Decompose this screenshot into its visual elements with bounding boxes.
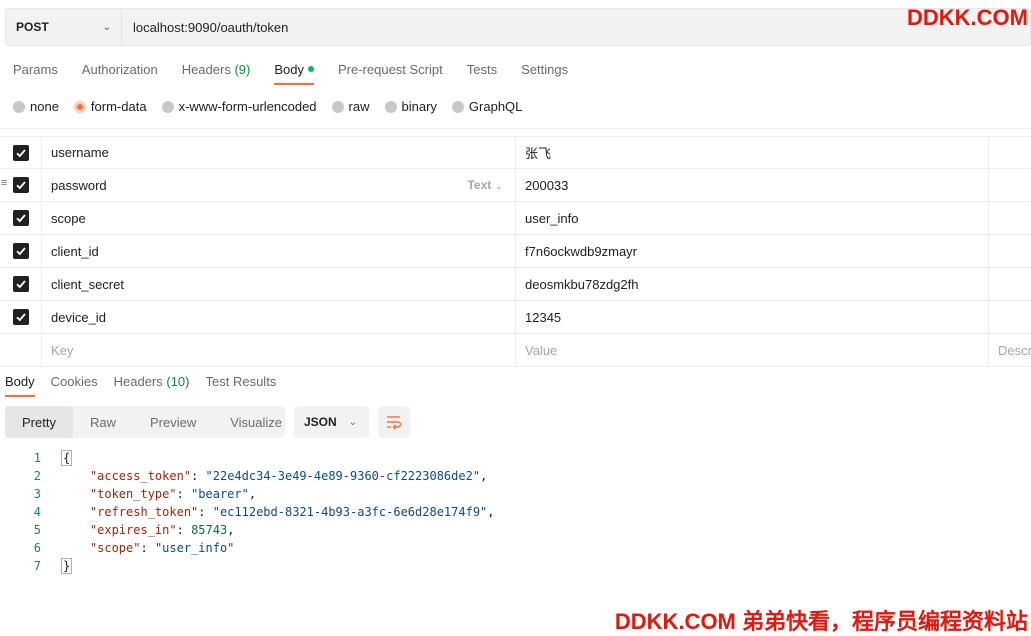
form-data-table: username 张飞 ≡ password Text ⌄ 200033 scop…: [0, 128, 1031, 367]
wrap-lines-icon: [387, 416, 402, 430]
radio-graphql[interactable]: GraphQL: [451, 99, 522, 114]
value-cell[interactable]: 张飞: [516, 137, 989, 168]
tab-authorization[interactable]: Authorization: [82, 62, 158, 85]
tab-pre-request-script[interactable]: Pre-request Script: [338, 62, 443, 85]
row-checkbox[interactable]: [12, 210, 29, 226]
table-row: ≡ password Text ⌄ 200033: [0, 169, 1031, 202]
description-cell[interactable]: [989, 268, 1031, 300]
key-cell[interactable]: username: [42, 137, 516, 168]
description-cell[interactable]: [989, 137, 1031, 168]
tab-response-body[interactable]: Body: [5, 374, 35, 397]
view-mode-segment: Pretty Raw Preview Visualize: [5, 406, 285, 438]
description-cell[interactable]: [989, 301, 1031, 333]
new-value-input[interactable]: Value: [516, 334, 989, 366]
radio-form-data[interactable]: form-data: [73, 99, 147, 114]
tab-response-cookies[interactable]: Cookies: [51, 374, 98, 397]
code-line: 1{: [33, 450, 73, 466]
view-visualize-button[interactable]: Visualize: [213, 406, 299, 438]
format-select[interactable]: JSON ⌄: [294, 406, 369, 438]
value-cell[interactable]: user_info: [516, 202, 989, 234]
tab-settings[interactable]: Settings: [521, 62, 568, 85]
description-cell[interactable]: [989, 169, 1031, 201]
value-cell[interactable]: 200033: [516, 169, 989, 201]
new-description-input[interactable]: Description: [989, 334, 1031, 366]
table-row: device_id 12345: [0, 301, 1031, 334]
format-label: JSON: [304, 415, 337, 429]
request-url-bar: POST ⌄ localhost:9090/oauth/token: [5, 8, 1031, 46]
row-checkbox[interactable]: [12, 177, 29, 193]
key-cell[interactable]: password Text ⌄: [42, 169, 516, 201]
view-preview-button[interactable]: Preview: [133, 406, 213, 438]
row-checkbox[interactable]: [12, 309, 29, 325]
radio-binary[interactable]: binary: [384, 99, 437, 114]
value-cell[interactable]: f7n6ockwdb9zmayr: [516, 235, 989, 267]
method-label: POST: [16, 20, 49, 34]
radio-none[interactable]: none: [13, 99, 59, 114]
drag-handle-icon[interactable]: ≡: [1, 178, 7, 189]
code-line: 2 "access_token": "22e4dc34-3e49-4e89-93…: [33, 469, 488, 483]
request-tabs: Params Authorization Headers (9) Body Pr…: [13, 62, 592, 85]
code-line: 7}: [33, 558, 73, 574]
value-cell[interactable]: 12345: [516, 301, 989, 333]
code-line: 5 "expires_in": 85743,: [33, 523, 235, 537]
description-cell[interactable]: [989, 235, 1031, 267]
row-checkbox[interactable]: [12, 276, 29, 292]
code-line: 3 "token_type": "bearer",: [33, 487, 257, 501]
response-tabs: Body Cookies Headers (10) Test Results: [5, 374, 292, 397]
value-cell[interactable]: deosmkbu78zdg2fh: [516, 268, 989, 300]
body-indicator-dot: [307, 66, 314, 72]
key-cell[interactable]: client_id: [42, 235, 516, 267]
row-checkbox[interactable]: [12, 243, 29, 259]
table-row: client_id f7n6ockwdb9zmayr: [0, 235, 1031, 268]
body-type-radios: none form-data x-www-form-urlencoded raw…: [13, 99, 537, 114]
table-row: scope user_info: [0, 202, 1031, 235]
method-select[interactable]: POST ⌄: [6, 9, 122, 45]
chevron-down-icon: ⌄: [102, 21, 111, 33]
tab-headers[interactable]: Headers (9): [182, 62, 251, 85]
key-type-select[interactable]: Text ⌄: [467, 178, 503, 192]
tab-test-results[interactable]: Test Results: [206, 374, 277, 397]
key-cell[interactable]: scope: [42, 202, 516, 234]
radio-x-www-form-urlencoded[interactable]: x-www-form-urlencoded: [161, 99, 317, 114]
response-body-code[interactable]: 1{ 2 "access_token": "22e4dc34-3e49-4e89…: [0, 449, 700, 575]
new-key-input[interactable]: Key: [42, 334, 516, 366]
code-line: 4 "refresh_token": "ec112ebd-8321-4b93-a…: [33, 505, 495, 519]
code-line: 6 "scope": "user_info": [33, 541, 235, 555]
key-cell[interactable]: device_id: [42, 301, 516, 333]
wrap-lines-button[interactable]: [378, 406, 410, 438]
tab-response-headers[interactable]: Headers (10): [114, 374, 190, 397]
view-pretty-button[interactable]: Pretty: [5, 406, 73, 438]
key-cell[interactable]: client_secret: [42, 268, 516, 300]
tab-params[interactable]: Params: [13, 62, 58, 85]
tab-tests[interactable]: Tests: [467, 62, 497, 85]
table-row-empty: Key Value Description: [0, 334, 1031, 367]
tab-body[interactable]: Body: [274, 62, 314, 85]
watermark-bottom: DDKK.COM 弟弟快看，程序员编程资料站: [614, 609, 1028, 634]
view-raw-button[interactable]: Raw: [73, 406, 133, 438]
radio-raw[interactable]: raw: [331, 99, 370, 114]
table-row: username 张飞: [0, 136, 1031, 169]
chevron-down-icon: ⌄: [348, 416, 357, 428]
row-checkbox[interactable]: [12, 144, 29, 161]
description-cell[interactable]: [989, 202, 1031, 234]
watermark-top: DDKK.COM: [907, 5, 1028, 30]
url-input[interactable]: localhost:9090/oauth/token: [122, 20, 288, 35]
table-row: client_secret deosmkbu78zdg2fh: [0, 268, 1031, 301]
